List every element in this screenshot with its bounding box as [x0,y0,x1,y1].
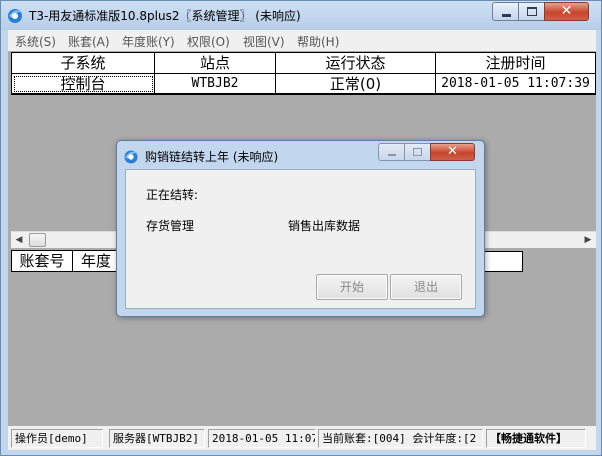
minimize-icon [502,14,511,17]
subsystem-grid: 子系统 站点 运行状态 注册时间 控制台 WTBJB2 正常(0) 2018-0… [11,52,596,95]
table-cell-subsystem[interactable]: 控制台 [12,74,155,94]
menu-view[interactable]: 视图(V) [243,33,285,50]
progress-status-label: 正在结转: [146,188,199,202]
status-account: 当前账套:[004] 会计年度:[2 [318,429,483,448]
close-icon: ✕ [560,3,573,19]
table-cell-register-time[interactable]: 2018-01-05 11:07:39 [436,74,595,94]
menu-system[interactable]: 系统(S) [15,33,56,50]
carry-forward-dialog: 购销链结转上年 (未响应) ✕ 正在结转: 存货管理 销售出库数据 开始 退出 [116,140,485,317]
grid-fragment [484,251,523,272]
status-datetime: 2018-01-05 11:07 [208,429,316,448]
account-set-grid: 账套号 年度 [11,250,120,272]
menu-bar: 系统(S) 账套(A) 年度账(Y) 权限(O) 视图(V) 帮助(H) [8,30,596,51]
scroll-left-icon[interactable]: ◀ [13,234,25,246]
main-window: T3-用友通标准版10.8plus2〖系统管理〗 (未响应) ✕ 系统(S) 账… [0,0,602,456]
status-server: 服务器[WTBJB2] [109,429,205,448]
scroll-right-icon[interactable]: ▶ [582,234,594,246]
column-header-site[interactable]: 站点 [155,53,276,74]
column-header-account-no[interactable]: 账套号 [12,251,73,271]
maximize-button[interactable] [518,2,545,21]
dialog-title-bar[interactable]: 购销链结转上年 (未响应) ✕ [117,141,484,169]
column-header-subsystem[interactable]: 子系统 [12,53,155,74]
dialog-minimize-button[interactable] [378,143,405,161]
minimize-icon [388,154,396,156]
menu-help[interactable]: 帮助(H) [297,33,339,50]
close-icon: ✕ [447,144,458,159]
status-brand: 【畅捷通软件】 [486,429,586,448]
status-operator: 操作员[demo] [11,429,103,448]
table-cell-status[interactable]: 正常(0) [276,74,436,94]
status-bar: 操作员[demo] 服务器[WTBJB2] 2018-01-05 11:07 当… [8,426,596,450]
maximize-icon [413,148,422,156]
dialog-app-icon [124,150,138,164]
maximize-icon [527,7,537,16]
column-header-year[interactable]: 年度 [73,251,119,271]
minimize-button[interactable] [492,2,519,21]
table-cell-site[interactable]: WTBJB2 [155,74,276,94]
dialog-title: 购销链结转上年 (未响应) [145,150,279,164]
scroll-thumb[interactable] [29,233,46,247]
close-button[interactable]: ✕ [544,2,589,21]
app-logo-icon [8,9,22,23]
start-button[interactable]: 开始 [316,274,388,300]
menu-permission[interactable]: 权限(O) [187,33,230,50]
progress-detail: 销售出库数据 [288,219,361,233]
exit-button[interactable]: 退出 [390,274,462,300]
column-header-status[interactable]: 运行状态 [276,53,436,74]
menu-account-set[interactable]: 账套(A) [68,33,110,50]
title-bar[interactable]: T3-用友通标准版10.8plus2〖系统管理〗 (未响应) ✕ [1,1,601,30]
menu-year-account[interactable]: 年度账(Y) [122,33,175,50]
dialog-maximize-button[interactable] [404,143,431,161]
progress-module: 存货管理 [146,219,195,233]
window-title: T3-用友通标准版10.8plus2〖系统管理〗 (未响应) [29,9,301,23]
dialog-close-button[interactable]: ✕ [430,143,475,161]
column-header-register-time[interactable]: 注册时间 [436,53,595,74]
